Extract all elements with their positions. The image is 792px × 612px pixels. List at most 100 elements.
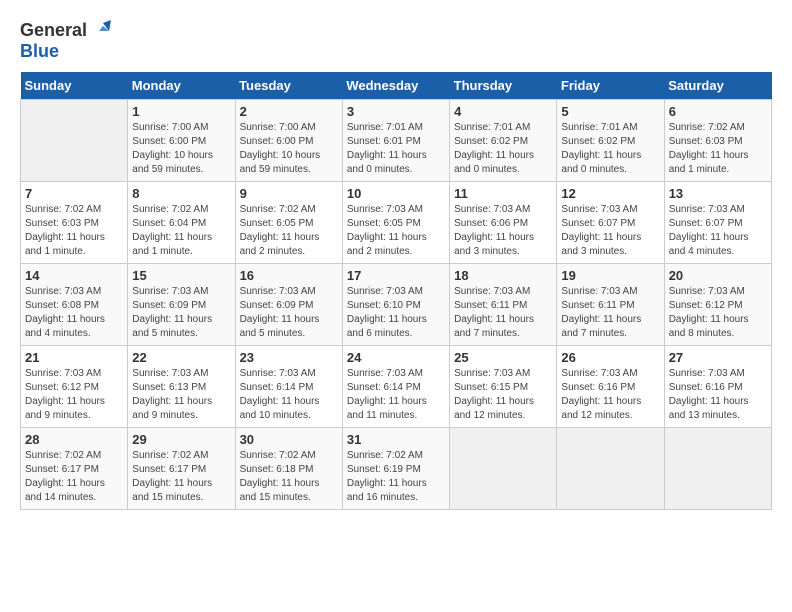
- logo-general: General: [20, 21, 87, 41]
- day-number: 18: [454, 268, 552, 283]
- day-number: 23: [240, 350, 338, 365]
- day-number: 1: [132, 104, 230, 119]
- day-info: Sunrise: 7:02 AM Sunset: 6:03 PM Dayligh…: [25, 203, 123, 259]
- day-info: Sunrise: 7:01 AM Sunset: 6:02 PM Dayligh…: [454, 121, 552, 177]
- day-number: 20: [669, 268, 767, 283]
- calendar-cell: [21, 99, 128, 181]
- calendar-cell: [557, 427, 664, 509]
- day-number: 26: [561, 350, 659, 365]
- calendar-cell: 22 Sunrise: 7:03 AM Sunset: 6:13 PM Dayli…: [128, 345, 235, 427]
- calendar-cell: 13 Sunrise: 7:03 AM Sunset: 6:07 PM Dayli…: [664, 181, 771, 263]
- day-info: Sunrise: 7:03 AM Sunset: 6:09 PM Dayligh…: [132, 285, 230, 341]
- day-info: Sunrise: 7:03 AM Sunset: 6:11 PM Dayligh…: [561, 285, 659, 341]
- day-number: 9: [240, 186, 338, 201]
- day-info: Sunrise: 7:03 AM Sunset: 6:06 PM Dayligh…: [454, 203, 552, 259]
- day-info: Sunrise: 7:03 AM Sunset: 6:12 PM Dayligh…: [25, 367, 123, 423]
- day-number: 17: [347, 268, 445, 283]
- calendar-cell: 1Sunrise: 7:00 AM Sunset: 6:00 PM Daylig…: [128, 99, 235, 181]
- day-info: Sunrise: 7:03 AM Sunset: 6:14 PM Dayligh…: [347, 367, 445, 423]
- week-row-5: 28 Sunrise: 7:02 AM Sunset: 6:17 PM Dayli…: [21, 427, 772, 509]
- column-header-sunday: Sunday: [21, 72, 128, 100]
- day-number: 31: [347, 432, 445, 447]
- day-number: 5: [561, 104, 659, 119]
- logo: General Blue: [20, 20, 111, 62]
- day-number: 25: [454, 350, 552, 365]
- day-info: Sunrise: 7:00 AM Sunset: 6:00 PM Dayligh…: [240, 121, 338, 177]
- day-info: Sunrise: 7:03 AM Sunset: 6:08 PM Dayligh…: [25, 285, 123, 341]
- day-info: Sunrise: 7:03 AM Sunset: 6:10 PM Dayligh…: [347, 285, 445, 341]
- day-number: 29: [132, 432, 230, 447]
- calendar-cell: 12 Sunrise: 7:03 AM Sunset: 6:07 PM Dayli…: [557, 181, 664, 263]
- calendar-table: SundayMondayTuesdayWednesdayThursdayFrid…: [20, 72, 772, 510]
- calendar-cell: 10 Sunrise: 7:03 AM Sunset: 6:05 PM Dayli…: [342, 181, 449, 263]
- day-number: 19: [561, 268, 659, 283]
- calendar-cell: 23 Sunrise: 7:03 AM Sunset: 6:14 PM Dayli…: [235, 345, 342, 427]
- calendar-cell: 31 Sunrise: 7:02 AM Sunset: 6:19 PM Dayli…: [342, 427, 449, 509]
- calendar-cell: 6 Sunrise: 7:02 AM Sunset: 6:03 PM Daylig…: [664, 99, 771, 181]
- day-number: 4: [454, 104, 552, 119]
- day-number: 22: [132, 350, 230, 365]
- calendar-cell: 19 Sunrise: 7:03 AM Sunset: 6:11 PM Dayli…: [557, 263, 664, 345]
- calendar-cell: [664, 427, 771, 509]
- calendar-cell: 17 Sunrise: 7:03 AM Sunset: 6:10 PM Dayli…: [342, 263, 449, 345]
- calendar-cell: 15 Sunrise: 7:03 AM Sunset: 6:09 PM Dayli…: [128, 263, 235, 345]
- calendar-cell: 11 Sunrise: 7:03 AM Sunset: 6:06 PM Dayli…: [450, 181, 557, 263]
- calendar-cell: 24Sunrise: 7:03 AM Sunset: 6:14 PM Dayli…: [342, 345, 449, 427]
- day-info: Sunrise: 7:03 AM Sunset: 6:16 PM Dayligh…: [669, 367, 767, 423]
- day-info: Sunrise: 7:02 AM Sunset: 6:04 PM Dayligh…: [132, 203, 230, 259]
- column-header-monday: Monday: [128, 72, 235, 100]
- calendar-cell: 14 Sunrise: 7:03 AM Sunset: 6:08 PM Dayli…: [21, 263, 128, 345]
- day-number: 6: [669, 104, 767, 119]
- calendar-cell: 3Sunrise: 7:01 AM Sunset: 6:01 PM Daylig…: [342, 99, 449, 181]
- day-info: Sunrise: 7:03 AM Sunset: 6:13 PM Dayligh…: [132, 367, 230, 423]
- day-number: 10: [347, 186, 445, 201]
- calendar-cell: 2Sunrise: 7:00 AM Sunset: 6:00 PM Daylig…: [235, 99, 342, 181]
- day-number: 16: [240, 268, 338, 283]
- day-info: Sunrise: 7:03 AM Sunset: 6:15 PM Dayligh…: [454, 367, 552, 423]
- calendar-cell: 7Sunrise: 7:02 AM Sunset: 6:03 PM Daylig…: [21, 181, 128, 263]
- day-info: Sunrise: 7:03 AM Sunset: 6:16 PM Dayligh…: [561, 367, 659, 423]
- day-info: Sunrise: 7:02 AM Sunset: 6:17 PM Dayligh…: [132, 449, 230, 505]
- day-info: Sunrise: 7:03 AM Sunset: 6:07 PM Dayligh…: [561, 203, 659, 259]
- calendar-cell: 8 Sunrise: 7:02 AM Sunset: 6:04 PM Daylig…: [128, 181, 235, 263]
- calendar-cell: 9 Sunrise: 7:02 AM Sunset: 6:05 PM Daylig…: [235, 181, 342, 263]
- day-number: 11: [454, 186, 552, 201]
- day-info: Sunrise: 7:03 AM Sunset: 6:12 PM Dayligh…: [669, 285, 767, 341]
- logo-blue: Blue: [20, 42, 111, 62]
- day-info: Sunrise: 7:02 AM Sunset: 6:05 PM Dayligh…: [240, 203, 338, 259]
- calendar-cell: 27Sunrise: 7:03 AM Sunset: 6:16 PM Dayli…: [664, 345, 771, 427]
- column-header-thursday: Thursday: [450, 72, 557, 100]
- column-header-wednesday: Wednesday: [342, 72, 449, 100]
- calendar-cell: 18 Sunrise: 7:03 AM Sunset: 6:11 PM Dayli…: [450, 263, 557, 345]
- day-info: Sunrise: 7:01 AM Sunset: 6:01 PM Dayligh…: [347, 121, 445, 177]
- day-info: Sunrise: 7:03 AM Sunset: 6:05 PM Dayligh…: [347, 203, 445, 259]
- calendar-cell: 30 Sunrise: 7:02 AM Sunset: 6:18 PM Dayli…: [235, 427, 342, 509]
- column-header-tuesday: Tuesday: [235, 72, 342, 100]
- day-info: Sunrise: 7:02 AM Sunset: 6:03 PM Dayligh…: [669, 121, 767, 177]
- calendar-header-row: SundayMondayTuesdayWednesdayThursdayFrid…: [21, 72, 772, 100]
- day-info: Sunrise: 7:02 AM Sunset: 6:19 PM Dayligh…: [347, 449, 445, 505]
- calendar-cell: 25 Sunrise: 7:03 AM Sunset: 6:15 PM Dayli…: [450, 345, 557, 427]
- calendar-cell: 4 Sunrise: 7:01 AM Sunset: 6:02 PM Daylig…: [450, 99, 557, 181]
- week-row-2: 7Sunrise: 7:02 AM Sunset: 6:03 PM Daylig…: [21, 181, 772, 263]
- calendar-cell: 20 Sunrise: 7:03 AM Sunset: 6:12 PM Dayli…: [664, 263, 771, 345]
- column-header-saturday: Saturday: [664, 72, 771, 100]
- day-number: 12: [561, 186, 659, 201]
- day-number: 28: [25, 432, 123, 447]
- week-row-3: 14 Sunrise: 7:03 AM Sunset: 6:08 PM Dayli…: [21, 263, 772, 345]
- calendar-cell: 5Sunrise: 7:01 AM Sunset: 6:02 PM Daylig…: [557, 99, 664, 181]
- day-number: 30: [240, 432, 338, 447]
- day-info: Sunrise: 7:03 AM Sunset: 6:09 PM Dayligh…: [240, 285, 338, 341]
- day-number: 14: [25, 268, 123, 283]
- calendar-cell: 26 Sunrise: 7:03 AM Sunset: 6:16 PM Dayli…: [557, 345, 664, 427]
- day-number: 13: [669, 186, 767, 201]
- day-info: Sunrise: 7:03 AM Sunset: 6:14 PM Dayligh…: [240, 367, 338, 423]
- day-number: 8: [132, 186, 230, 201]
- day-number: 15: [132, 268, 230, 283]
- calendar-cell: 28 Sunrise: 7:02 AM Sunset: 6:17 PM Dayli…: [21, 427, 128, 509]
- day-info: Sunrise: 7:02 AM Sunset: 6:18 PM Dayligh…: [240, 449, 338, 505]
- calendar-cell: [450, 427, 557, 509]
- day-info: Sunrise: 7:03 AM Sunset: 6:11 PM Dayligh…: [454, 285, 552, 341]
- day-info: Sunrise: 7:02 AM Sunset: 6:17 PM Dayligh…: [25, 449, 123, 505]
- day-info: Sunrise: 7:03 AM Sunset: 6:07 PM Dayligh…: [669, 203, 767, 259]
